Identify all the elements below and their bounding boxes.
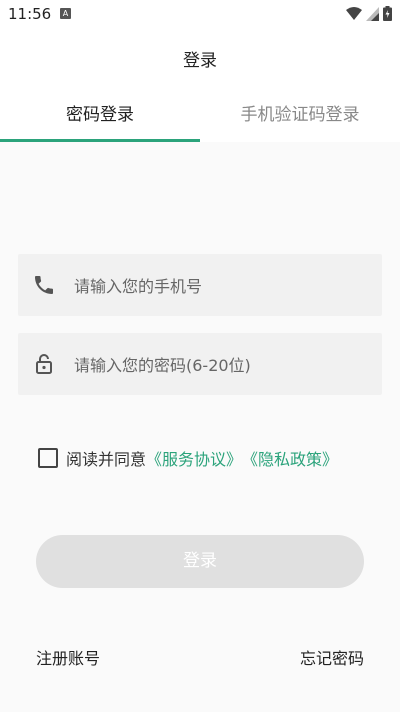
wifi-icon bbox=[346, 6, 362, 20]
service-agreement-link[interactable]: 《服务协议》 bbox=[146, 446, 242, 470]
signal-icon bbox=[366, 6, 379, 21]
password-input[interactable] bbox=[72, 333, 376, 397]
forgot-password-link[interactable]: 忘记密码 bbox=[300, 645, 364, 669]
phone-input[interactable] bbox=[72, 254, 376, 318]
register-link[interactable]: 注册账号 bbox=[36, 645, 100, 669]
agreement-row: 阅读并同意 《服务协议》 《隐私政策》 bbox=[38, 446, 338, 470]
active-tab-indicator bbox=[0, 139, 200, 142]
battery-icon bbox=[383, 6, 392, 21]
tab-sms-login[interactable]: 手机验证码登录 bbox=[200, 90, 400, 142]
phone-field bbox=[18, 254, 382, 318]
agree-checkbox[interactable] bbox=[38, 448, 58, 468]
login-button[interactable]: 登录 bbox=[36, 535, 364, 588]
header: 登录 bbox=[0, 28, 400, 90]
login-tabs: 密码登录 手机验证码登录 bbox=[0, 90, 400, 142]
page-title: 登录 bbox=[183, 51, 217, 71]
privacy-policy-link[interactable]: 《隐私政策》 bbox=[242, 446, 338, 470]
status-time: 11:56 bbox=[8, 5, 52, 23]
lock-icon bbox=[36, 354, 52, 374]
status-icons bbox=[346, 6, 392, 21]
agree-text: 阅读并同意 bbox=[66, 450, 147, 469]
status-bar: 11:56 A bbox=[0, 0, 400, 28]
tab-password-login[interactable]: 密码登录 bbox=[0, 90, 200, 142]
password-field bbox=[18, 333, 382, 397]
phone-icon bbox=[35, 276, 53, 294]
notification-icon: A bbox=[60, 8, 71, 19]
